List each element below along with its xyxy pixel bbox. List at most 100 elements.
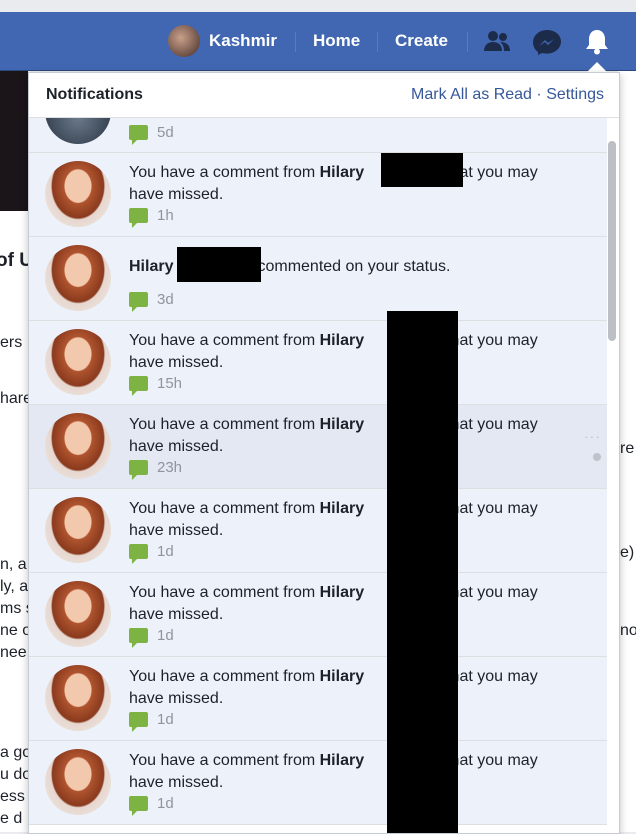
avatar [45,497,111,563]
notification-item[interactable]: You have a comment from Hilary that you m… [29,405,607,489]
background-page-left [0,71,28,832]
redaction-box [381,153,463,187]
notification-actor-name: Hilary [319,332,365,349]
notification-text: You have a comment from Hilary that you m… [129,582,569,626]
notification-meta: 15h [129,375,183,396]
notification-text: You have a comment from Hilary that you m… [129,498,569,542]
redaction-box [387,311,458,833]
notification-text-prefix: You have a comment from [129,500,320,517]
notification-meta: 1h [129,207,174,228]
notification-actor-name: Hilary [319,752,365,769]
mark-as-read-dot[interactable] [593,453,601,461]
background-text: no [620,622,636,639]
create-link[interactable]: Create [395,12,448,70]
background-text: re [620,440,635,457]
notification-item[interactable]: 5d [29,78,607,153]
background-text: n, a [0,556,27,573]
header-links: Mark All as Read · Settings [411,86,604,104]
avatar [45,665,111,731]
cover-photo [0,71,28,211]
notification-time: 15h [157,375,183,392]
comment-icon [129,460,148,480]
avatar [45,749,111,815]
avatar [45,581,111,647]
profile-name: Kashmir [209,31,278,50]
link-separator: · [536,86,542,103]
comment-icon [129,376,148,396]
notification-meta: 1d [129,795,174,816]
notification-item[interactable]: You have a comment from Hilary that you m… [29,573,607,657]
redaction-box [177,247,261,282]
notification-text-prefix: You have a comment from [129,752,320,769]
background-text: ers [0,334,23,351]
notification-actor-name: Hilary [319,164,365,181]
profile-link[interactable]: Kashmir [168,12,277,70]
notification-time: 1d [157,627,174,644]
notification-actor-name: Hilary [129,258,174,275]
avatar [45,329,111,395]
nav-divider [467,32,468,52]
notification-item[interactable]: You have a comment from Hilary that you m… [29,489,607,573]
notification-meta: 1d [129,711,174,732]
settings-link[interactable]: Settings [546,86,604,103]
notification-time: 23h [157,459,183,476]
notification-actor-name: Hilary [319,584,365,601]
notification-meta: 1d [129,543,174,564]
notification-item[interactable]: Hilary commented on your status. 3d [29,237,607,321]
comment-icon [129,292,148,312]
comment-icon [129,628,148,648]
notification-text: You have a comment from Hilary that you m… [129,750,569,794]
notification-meta: 1d [129,627,174,648]
notifications-panel: Notifications Mark All as Read · Setting… [28,72,620,834]
comment-icon [129,208,148,228]
notification-text: You have a comment from Hilary that you m… [129,162,569,206]
notification-item[interactable]: You have a comment from Hilary that you m… [29,741,607,825]
notification-meta: 3d [129,291,174,312]
nav-divider [377,32,378,52]
notification-text-prefix: You have a comment from [129,416,320,433]
notifications-title: Notifications [46,86,143,103]
notifications-list: 5d You have a comment from Hilary that yo… [29,78,607,825]
notification-text-prefix: You have a comment from [129,332,320,349]
background-text: nee [0,644,27,661]
avatar [45,245,111,311]
notification-text-prefix: You have a comment from [129,164,320,181]
nav-divider [295,32,296,52]
background-text: ly, a [0,578,29,595]
notification-item[interactable]: You have a comment from Hilary that you m… [29,657,607,741]
friends-icon[interactable] [482,29,512,55]
notifications-bell-icon[interactable] [582,29,612,55]
notification-text-prefix: You have a comment from [129,584,320,601]
background-text: a go [0,744,32,761]
notification-item[interactable]: You have a comment from Hilary that you m… [29,321,607,405]
notification-text: You have a comment from Hilary that you m… [129,666,569,710]
background-text: u do [0,766,32,783]
mark-all-read-link[interactable]: Mark All as Read [411,86,532,103]
avatar [45,413,111,479]
background-text: e d [0,810,23,827]
create-label: Create [395,31,448,50]
notification-text: You have a comment from Hilary that you m… [129,330,569,374]
notification-text-suffix: commented on your status. [257,258,451,275]
background-text: e) [620,544,635,561]
profile-avatar [168,25,200,57]
notification-time: 1h [157,207,174,224]
notification-text: You have a comment from Hilary that you m… [129,414,569,458]
notification-meta: 5d [129,124,174,145]
notification-time: 5d [157,124,174,141]
more-options-icon[interactable]: ··· [584,428,601,444]
top-navigation-bar: Kashmir Home Create [0,12,636,71]
notification-actor-name: Hilary [319,668,365,685]
notification-time: 1d [157,711,174,728]
scrollbar-thumb[interactable] [608,141,616,341]
home-link[interactable]: Home [313,12,360,70]
background-text: ess [0,788,25,805]
messenger-icon[interactable] [532,29,562,55]
notification-time: 1d [157,543,174,560]
comment-icon [129,544,148,564]
notification-item[interactable]: You have a comment from Hilary that you m… [29,153,607,237]
notifications-header: Notifications Mark All as Read · Setting… [29,73,619,118]
notification-actor-name: Hilary [319,500,365,517]
notification-meta: 23h [129,459,183,480]
notification-time: 3d [157,291,174,308]
